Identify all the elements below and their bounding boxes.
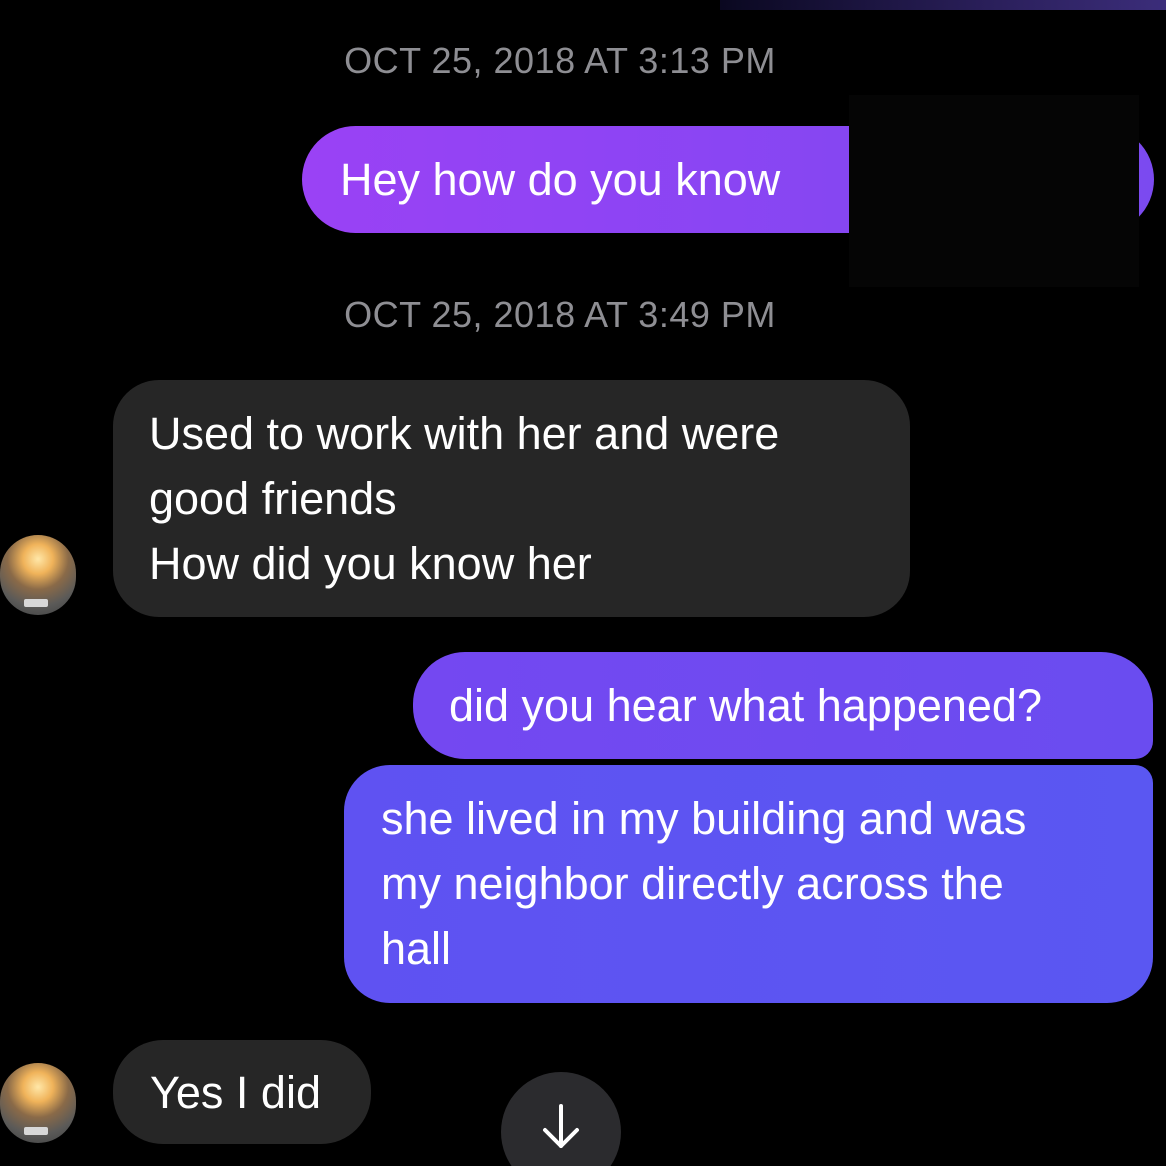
timestamp: OCT 25, 2018 AT 3:13 PM	[344, 40, 776, 81]
received-message-bubble[interactable]: Yes I did	[113, 1040, 371, 1144]
header-strip	[720, 0, 1166, 10]
message-text: How did you know her	[149, 538, 592, 589]
message-text: Yes I did	[150, 1067, 321, 1118]
message-text: Used to work with her and were	[149, 408, 780, 459]
contact-avatar[interactable]	[0, 1063, 76, 1143]
message-text: good friends	[149, 473, 397, 524]
timestamp: OCT 25, 2018 AT 3:49 PM	[344, 294, 776, 335]
avatar-badge	[24, 1127, 48, 1135]
sent-message-bubble[interactable]: she lived in my building and was my neig…	[344, 765, 1153, 1003]
message-text: my neighbor directly across the	[381, 858, 1004, 909]
message-text: she lived in my building and was	[381, 793, 1027, 844]
message-text: did you hear what happened?	[449, 680, 1042, 731]
contact-avatar[interactable]	[0, 535, 76, 615]
chat-screen: OCT 25, 2018 AT 3:13 PM Hey how do you k…	[0, 0, 1166, 1166]
avatar-badge	[24, 599, 48, 607]
message-text: Hey how do you know	[340, 154, 781, 205]
message-text: hall	[381, 923, 452, 974]
scroll-to-bottom-button[interactable]	[501, 1072, 621, 1166]
redaction-block	[849, 95, 1139, 287]
arrow-down-icon	[543, 1104, 579, 1148]
received-message-bubble[interactable]: Used to work with her and were good frie…	[113, 380, 910, 617]
sent-message-bubble[interactable]: did you hear what happened?	[413, 652, 1153, 759]
